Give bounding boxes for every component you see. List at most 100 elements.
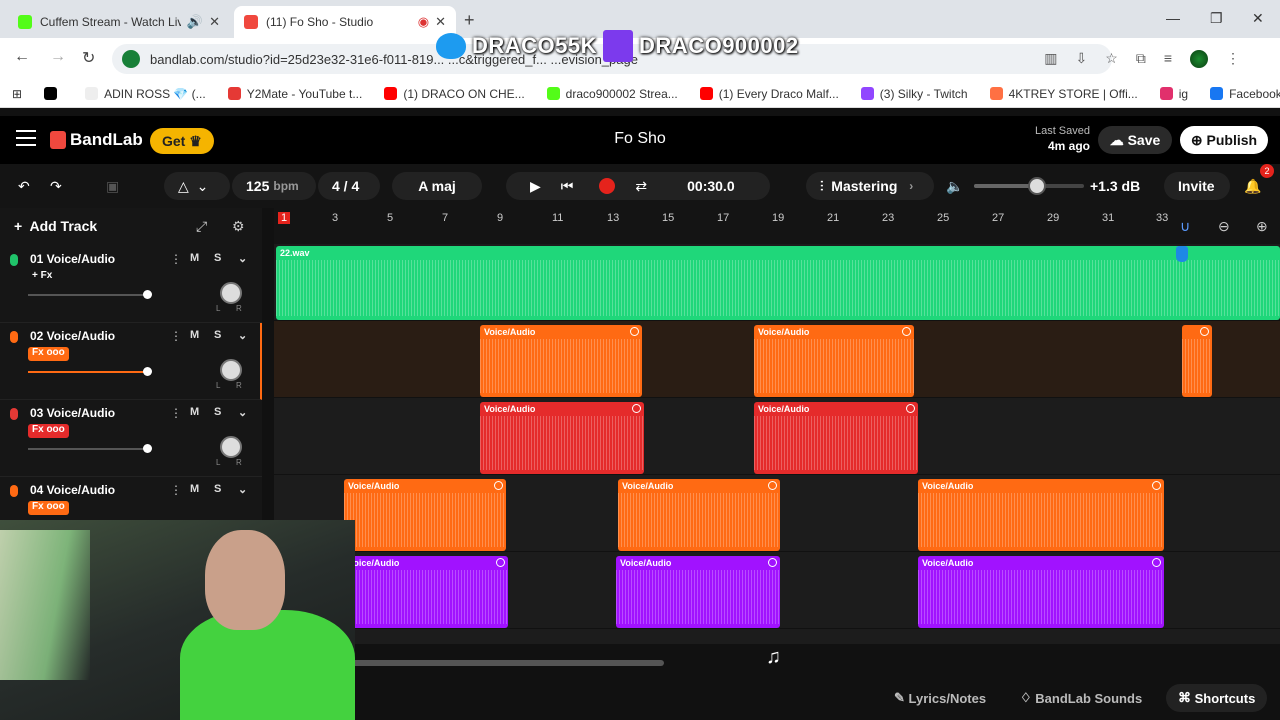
- hamburger-menu-icon[interactable]: [16, 130, 36, 146]
- track-lane-04[interactable]: Voice/Audio Voice/Audio Voice/Audio: [274, 475, 1280, 552]
- record-button[interactable]: [599, 178, 616, 194]
- fx-button[interactable]: Fx ooo: [28, 501, 69, 515]
- audio-clip[interactable]: Voice/Audio: [480, 402, 644, 474]
- solo-button[interactable]: S: [214, 483, 221, 495]
- bookmark-item[interactable]: ig: [1159, 87, 1188, 101]
- automation-icon[interactable]: ⤢: [196, 218, 207, 235]
- site-info-icon[interactable]: [122, 50, 140, 68]
- bookmark-star-icon[interactable]: ☆: [1105, 50, 1118, 68]
- cast-icon[interactable]: ⧉: [1136, 50, 1146, 68]
- mastering-button[interactable]: ⫶ Mastering ›: [806, 172, 934, 200]
- track-lane-02[interactable]: Voice/Audio Voice/Audio: [274, 321, 1280, 398]
- bookmark-item[interactable]: draco900002 Strea...: [546, 87, 678, 101]
- chevron-down-icon[interactable]: ⌄: [238, 252, 247, 265]
- zoom-in-icon[interactable]: ⊕: [1256, 218, 1268, 235]
- bookmark-x[interactable]: [44, 87, 63, 100]
- forward-icon[interactable]: →: [50, 48, 66, 66]
- track-header-03[interactable]: 03 Voice/Audio ⋮ M S ⌄ Fx ooo L R: [0, 400, 262, 477]
- horizontal-scrollbar[interactable]: [344, 660, 664, 666]
- zoom-out-icon[interactable]: ⊖: [1218, 218, 1230, 235]
- undo-icon[interactable]: ↶: [18, 172, 30, 200]
- fx-button[interactable]: Fx ooo: [28, 424, 69, 438]
- reload-icon[interactable]: ↻: [82, 48, 95, 68]
- tuner-dropdown[interactable]: △ ⌄: [164, 172, 230, 200]
- track-volume-slider[interactable]: [28, 444, 152, 453]
- minimize-icon[interactable]: —: [1166, 10, 1180, 26]
- sidebar-icon[interactable]: ▥: [1044, 50, 1057, 68]
- apps-grid-icon[interactable]: ⊞: [12, 87, 22, 101]
- mute-button[interactable]: M: [190, 483, 199, 495]
- bookmark-item[interactable]: Facebook: [1210, 87, 1280, 101]
- speaker-icon[interactable]: 🔊: [187, 14, 203, 30]
- back-icon[interactable]: ←: [14, 48, 30, 66]
- audio-clip[interactable]: Voice/Audio: [918, 479, 1164, 551]
- key-field[interactable]: A maj: [392, 172, 482, 200]
- arrangement-area[interactable]: 22.wav Voice/Audio Voice/Audio Voice/Aud…: [274, 244, 1280, 644]
- mute-button[interactable]: M: [190, 252, 199, 264]
- install-app-icon[interactable]: ⇩: [1076, 50, 1088, 68]
- volume-icon[interactable]: 🔈: [946, 172, 963, 200]
- bell-icon[interactable]: 🔔: [1244, 172, 1261, 200]
- mute-button[interactable]: M: [190, 329, 199, 341]
- add-track-button[interactable]: + Add Track: [14, 218, 97, 234]
- track-settings-icon[interactable]: ⚙: [232, 218, 245, 235]
- bookmark-item[interactable]: (3) Silky - Twitch: [860, 87, 968, 101]
- solo-button[interactable]: S: [214, 252, 221, 264]
- music-note-add-icon[interactable]: ♫: [766, 646, 781, 669]
- bookmark-item[interactable]: (1) DRACO ON CHE...: [384, 87, 525, 101]
- audio-clip[interactable]: Voice/Audio: [754, 402, 918, 474]
- track-menu-icon[interactable]: ⋮: [170, 483, 182, 497]
- track-menu-icon[interactable]: ⋮: [170, 406, 182, 420]
- song-title[interactable]: Fo Sho: [560, 130, 720, 148]
- redo-icon[interactable]: ↷: [50, 172, 62, 200]
- snap-magnet-icon[interactable]: ∪: [1180, 218, 1190, 235]
- volume-knob[interactable]: [1028, 177, 1046, 195]
- bookmark-item[interactable]: 4KTREY STORE | Offi...: [989, 87, 1138, 101]
- audio-clip[interactable]: Voice/Audio: [480, 325, 642, 397]
- solo-button[interactable]: S: [214, 329, 221, 341]
- fx-button[interactable]: Fx ooo: [28, 347, 69, 361]
- pan-knob[interactable]: [220, 282, 242, 304]
- track-lane-05[interactable]: Voice/Audio Voice/Audio Voice/Audio: [274, 552, 1280, 629]
- profile-avatar[interactable]: [1190, 50, 1208, 68]
- track-lane-03[interactable]: Voice/Audio Voice/Audio: [274, 398, 1280, 475]
- metronome-box-icon[interactable]: ▣: [106, 172, 119, 200]
- track-header-01[interactable]: 01 Voice/Audio ⋮ M S ⌄ + Fx L R: [0, 246, 262, 323]
- get-membership-button[interactable]: Get ♛: [150, 128, 214, 154]
- bookmark-item[interactable]: (1) Every Draco Malf...: [699, 87, 839, 101]
- time-signature-field[interactable]: 4 / 4: [318, 172, 380, 200]
- chevron-down-icon[interactable]: ⌄: [238, 329, 247, 342]
- pan-knob[interactable]: [220, 436, 242, 458]
- publish-button[interactable]: ⊕ Publish: [1180, 126, 1268, 154]
- close-window-icon[interactable]: ✕: [1252, 10, 1264, 27]
- audio-clip[interactable]: Voice/Audio: [918, 556, 1164, 628]
- track-menu-icon[interactable]: ⋮: [170, 252, 182, 266]
- track-volume-slider[interactable]: [28, 367, 152, 376]
- audio-clip[interactable]: Voice/Audio: [344, 556, 508, 628]
- mute-button[interactable]: M: [190, 406, 199, 418]
- pan-knob[interactable]: [220, 359, 242, 381]
- bandlab-sounds-button[interactable]: ♢ BandLab Sounds: [1020, 684, 1142, 712]
- loop-icon[interactable]: ⇄: [635, 178, 647, 195]
- audio-clip[interactable]: 22.wav: [276, 246, 1280, 320]
- audio-clip[interactable]: Voice/Audio: [616, 556, 780, 628]
- master-volume-slider[interactable]: [974, 177, 1084, 195]
- skip-back-icon[interactable]: ⏮: [561, 178, 574, 195]
- lyrics-notes-button[interactable]: ✎ Lyrics/Notes: [894, 684, 986, 712]
- add-fx-button[interactable]: + Fx: [28, 270, 56, 284]
- chevron-down-icon[interactable]: ⌄: [238, 406, 247, 419]
- invite-button[interactable]: Invite: [1164, 172, 1230, 200]
- media-control-icon[interactable]: ≡: [1164, 50, 1172, 68]
- audio-clip[interactable]: Voice/Audio: [754, 325, 914, 397]
- tab-cuffem-stream[interactable]: Cuffem Stream - Watch Live 🔊 ✕: [8, 6, 230, 38]
- play-icon[interactable]: ▶: [530, 178, 541, 195]
- chevron-down-icon[interactable]: ⌄: [238, 483, 247, 496]
- audio-clip[interactable]: Voice/Audio: [344, 479, 506, 551]
- save-button[interactable]: ☁ Save: [1098, 126, 1172, 154]
- timeline-ruler[interactable]: 1 3 5 7 9 11 13 15 17 19 21 23 25 27 29 …: [274, 208, 1280, 244]
- shortcuts-button[interactable]: ⌘ Shortcuts: [1166, 684, 1268, 712]
- audio-clip[interactable]: [1182, 325, 1212, 397]
- solo-button[interactable]: S: [214, 406, 221, 418]
- menu-kebab-icon[interactable]: ⋮: [1226, 50, 1240, 68]
- track-lane-01[interactable]: 22.wav: [274, 244, 1280, 321]
